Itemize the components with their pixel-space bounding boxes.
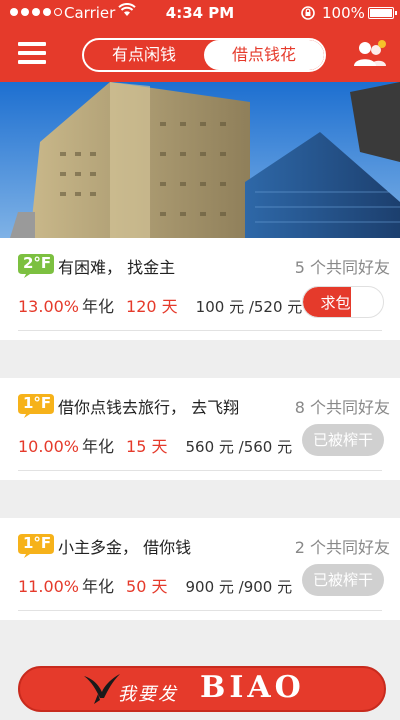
- loan-info-row: 13.00% 年化 120 天 100 元 /520 元: [18, 293, 302, 319]
- button-label: 求包养: [320, 294, 366, 312]
- loan-info-row: 10.00% 年化 15 天 560 元 /560 元: [18, 433, 292, 459]
- rate-label: 年化: [82, 297, 115, 316]
- seek-support-button[interactable]: 求包养: [302, 286, 384, 318]
- loan-title-row: 2°F 有困难， 找金主 5 个共同好友: [18, 252, 390, 278]
- loan-card[interactable]: 1°F 小主多金， 借你钱 2 个共同好友 11.00% 年化 50 天 900 元 …: [0, 518, 400, 620]
- loan-days: 15 天: [126, 437, 168, 456]
- mutual-friends: 8 个共同好友: [294, 398, 390, 417]
- mutual-friends: 2 个共同好友: [294, 538, 390, 557]
- loan-title-row: 1°F 借你点钱去旅行， 去飞翔 8 个共同好友: [18, 392, 390, 418]
- floor-label: 1°F: [23, 534, 52, 552]
- divider: [18, 610, 382, 611]
- banner-image[interactable]: [0, 82, 400, 238]
- mutual-friends: 5 个共同好友: [294, 258, 390, 277]
- nav-bar: 有点闲钱 借点钱花: [0, 26, 400, 82]
- floor-badge-icon: 1°F: [18, 532, 54, 558]
- battery-icon: [368, 7, 397, 19]
- menu-icon[interactable]: [18, 42, 46, 66]
- rate-label: 年化: [82, 437, 115, 456]
- loan-title: 小主多金， 借你钱: [58, 538, 192, 557]
- drained-button[interactable]: 已被榨干: [302, 564, 384, 596]
- loan-card[interactable]: 1°F 借你点钱去旅行， 去飞翔 8 个共同好友 10.00% 年化 15 天 560…: [0, 378, 400, 480]
- loan-amount: 560 元 /560 元: [185, 438, 293, 456]
- post-label-en: BIAO: [200, 670, 305, 705]
- notification-badge: [378, 40, 386, 48]
- loan-rate: 11.00%: [18, 577, 80, 596]
- divider: [18, 330, 382, 331]
- loan-days: 120 天: [126, 297, 178, 316]
- status-bar: Carrier 4:34 PM 100%: [0, 0, 400, 26]
- rotation-lock-icon: [300, 5, 316, 25]
- loan-amount: 100 元 /520 元: [195, 298, 303, 316]
- bottom-bar: 我要发 BIAO: [0, 656, 400, 720]
- loan-rate: 13.00%: [18, 297, 80, 316]
- loan-card[interactable]: 2°F 有困难， 找金主 5 个共同好友 13.00% 年化 120 天 100 元 …: [0, 238, 400, 340]
- loan-info-row: 11.00% 年化 50 天 900 元 /900 元: [18, 573, 292, 599]
- friends-icon[interactable]: [352, 38, 388, 70]
- floor-label: 1°F: [23, 394, 52, 412]
- loan-amount: 900 元 /900 元: [185, 578, 293, 596]
- post-loan-button[interactable]: 我要发 BIAO: [18, 666, 386, 712]
- floor-badge-icon: 2°F: [18, 252, 54, 278]
- floor-badge-icon: 1°F: [18, 392, 54, 418]
- floor-label: 2°F: [23, 254, 52, 272]
- divider: [18, 470, 382, 471]
- loan-days: 50 天: [126, 577, 168, 596]
- bird-logo-icon: [82, 672, 122, 710]
- loan-title-row: 1°F 小主多金， 借你钱 2 个共同好友: [18, 532, 390, 558]
- tab-lend[interactable]: 有点闲钱: [84, 40, 204, 70]
- tab-borrow[interactable]: 借点钱花: [204, 40, 324, 70]
- drained-button[interactable]: 已被榨干: [302, 424, 384, 456]
- loan-title: 有困难， 找金主: [58, 258, 176, 277]
- battery-percent: 100%: [322, 4, 365, 22]
- rate-label: 年化: [82, 577, 115, 596]
- segment-control: 有点闲钱 借点钱花: [82, 38, 326, 72]
- loan-title: 借你点钱去旅行， 去飞翔: [58, 398, 240, 417]
- loan-rate: 10.00%: [18, 437, 80, 456]
- post-label-cn: 我要发: [118, 684, 178, 705]
